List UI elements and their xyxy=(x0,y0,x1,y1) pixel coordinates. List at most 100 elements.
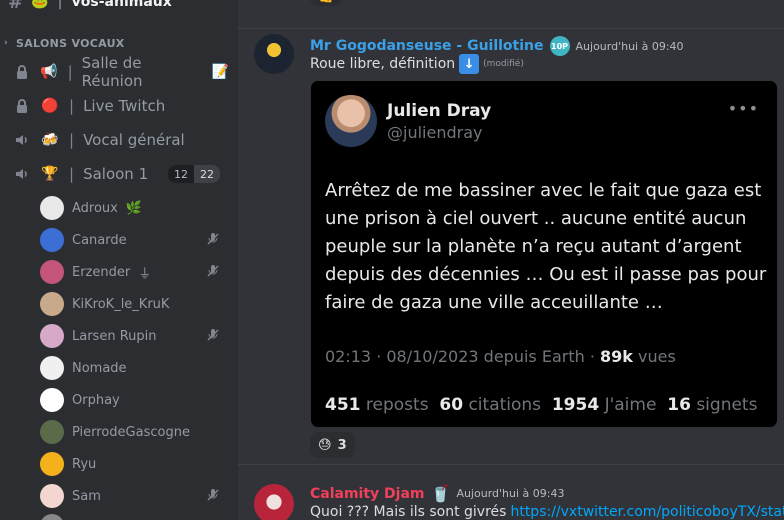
voice-channel-label: Saloon 1 xyxy=(83,165,149,183)
tweet-author-name: Julien Dray xyxy=(387,101,492,121)
reposts-count: 451 xyxy=(325,395,361,415)
tweet-views-label: vues xyxy=(638,347,676,366)
avatar xyxy=(40,228,64,252)
author-name[interactable]: Calamity Djam xyxy=(310,486,425,502)
message-content: Roue libre, définition xyxy=(310,56,456,72)
user-name: Orphay xyxy=(72,392,120,408)
user-name: Erzender xyxy=(72,264,131,280)
voice-channel-label: Live Twitch xyxy=(83,97,166,115)
voice-user[interactable]: PierrodeGascogne xyxy=(40,418,230,446)
chevron-down-icon: › xyxy=(4,38,9,48)
more-options-icon[interactable]: ••• xyxy=(728,99,759,118)
voice-channel-vocal-general[interactable]: 🍻 | Vocal général xyxy=(8,125,230,155)
reaction-count: 3 xyxy=(337,437,347,453)
chat-area: 👍 Mr Gogodanseuse - Guillotine 10P Aujou… xyxy=(238,0,784,520)
voice-user-partial[interactable] xyxy=(40,512,230,520)
voice-channel-salle-de-reunion[interactable]: 📢 | Salle de Réunion 📝 xyxy=(8,54,230,90)
channel-separator: | xyxy=(67,63,73,81)
message-text: Quoi ??? Mais ils sont givrés https://vx… xyxy=(310,504,784,520)
author-name[interactable]: Mr Gogodanseuse - Guillotine xyxy=(310,38,544,54)
role-badge: 10P xyxy=(549,36,570,56)
timestamp: Aujourd'hui à 09:43 xyxy=(456,487,565,500)
mic-muted-icon xyxy=(206,488,220,505)
tweet-embed[interactable]: Julien Dray @juliendray ••• Arrêtez de m… xyxy=(310,80,778,428)
category-salons-vocaux[interactable]: › SALONS VOCAUX xyxy=(4,35,125,51)
voice-user[interactable]: Nomade xyxy=(40,354,230,382)
megaphone-icon: 📢 xyxy=(40,64,58,80)
tweet-views-count: 89k xyxy=(600,347,633,366)
user-count: 12 xyxy=(168,165,194,183)
channel-sidebar: # 🐸 | vos-animaux › SALONS VOCAUX 📢 | Sa… xyxy=(0,0,238,520)
message-divider xyxy=(238,464,784,465)
message-header: Mr Gogodanseuse - Guillotine 10P Aujourd… xyxy=(310,36,684,56)
reposts-label: reposts xyxy=(365,395,429,415)
channel-emoji: 🐸 xyxy=(31,0,49,10)
reaction-button[interactable]: 😓 3 xyxy=(310,432,355,458)
lock-icon xyxy=(12,64,31,80)
tweet-meta: 02:13 · 08/10/2023 depuis Earth · 89k vu… xyxy=(325,347,676,366)
bookmarks-label: signets xyxy=(696,395,758,415)
edited-label: (modifié) xyxy=(483,59,524,69)
sweat-face-icon: 😓 xyxy=(318,437,332,453)
avatar xyxy=(40,420,64,444)
tweet-date: 02:13 · 08/10/2023 depuis Earth · xyxy=(325,347,595,366)
likes-count: 1954 xyxy=(551,395,600,415)
user-limit: 22 xyxy=(194,165,220,183)
hash-icon: # xyxy=(8,0,24,13)
mic-muted-icon xyxy=(206,328,220,345)
user-name: Larsen Rupin xyxy=(72,328,157,344)
voice-channel-live-twitch[interactable]: 🔴 | Live Twitch xyxy=(8,91,230,121)
avatar xyxy=(40,388,64,412)
likes-label: J'aime xyxy=(604,395,657,415)
avatar[interactable] xyxy=(254,484,294,520)
trophy-icon: 🏆 xyxy=(41,166,59,182)
voice-user[interactable]: KiKroK_le_KruK xyxy=(40,290,230,318)
text-channel-vos-animaux[interactable]: # 🐸 | vos-animaux xyxy=(8,0,172,13)
memo-icon: 📝 xyxy=(211,64,230,80)
channel-separator: | xyxy=(69,131,75,149)
channel-separator: | xyxy=(69,97,75,115)
bookmarks-count: 16 xyxy=(667,395,691,415)
user-status-emoji: ⏚ xyxy=(138,266,152,282)
cup-icon: 🥤 xyxy=(430,484,451,503)
mic-muted-icon xyxy=(206,264,220,281)
channel-separator: | xyxy=(69,165,75,183)
quotes-label: citations xyxy=(468,395,542,415)
voice-channel-label: Vocal général xyxy=(83,131,185,149)
user-name: Adroux xyxy=(72,200,118,216)
voice-channel-label: Salle de Réunion xyxy=(81,54,143,90)
avatar xyxy=(40,356,64,380)
voice-user[interactable]: Larsen Rupin xyxy=(40,322,230,350)
avatar xyxy=(40,324,64,348)
reaction-previous[interactable]: 👍 xyxy=(310,0,343,6)
lock-icon xyxy=(12,98,32,114)
message-header: Calamity Djam 🥤 Aujourd'hui à 09:43 xyxy=(310,484,564,503)
user-name: Canarde xyxy=(72,232,127,248)
speaker-icon xyxy=(12,132,32,148)
tweet-avatar xyxy=(325,95,377,147)
avatar xyxy=(40,292,64,316)
message: Calamity Djam 🥤 Aujourd'hui à 09:43 Quoi… xyxy=(238,480,784,520)
arrow-down-icon: ↓ xyxy=(459,54,480,74)
voice-user[interactable]: Adroux 🌿 xyxy=(40,194,230,222)
message-link[interactable]: https://vxtwitter.com/politicoboyTX/stat… xyxy=(510,504,784,520)
voice-user[interactable]: Canarde xyxy=(40,226,230,254)
message-divider xyxy=(238,28,784,29)
user-name: PierrodeGascogne xyxy=(72,424,190,440)
avatar[interactable] xyxy=(254,34,294,74)
voice-channel-saloon-1[interactable]: 🏆 | Saloon 1 12 22 xyxy=(8,159,230,189)
user-name: KiKroK_le_KruK xyxy=(72,296,170,312)
quotes-count: 60 xyxy=(439,395,464,415)
voice-user[interactable]: Sam xyxy=(40,482,230,510)
user-name: Sam xyxy=(72,488,101,504)
tweet-handle: @juliendray xyxy=(387,123,483,142)
avatar xyxy=(40,260,64,284)
message: Mr Gogodanseuse - Guillotine 10P Aujourd… xyxy=(238,30,784,470)
message-text: Roue libre, définition ↓ (modifié) xyxy=(310,54,524,74)
user-name: Nomade xyxy=(72,360,127,376)
voice-user[interactable]: Ryu xyxy=(40,450,230,478)
avatar xyxy=(40,452,64,476)
user-name: Ryu xyxy=(72,456,97,472)
voice-user[interactable]: Erzender ⏚ xyxy=(40,258,230,286)
voice-user[interactable]: Orphay xyxy=(40,386,230,414)
